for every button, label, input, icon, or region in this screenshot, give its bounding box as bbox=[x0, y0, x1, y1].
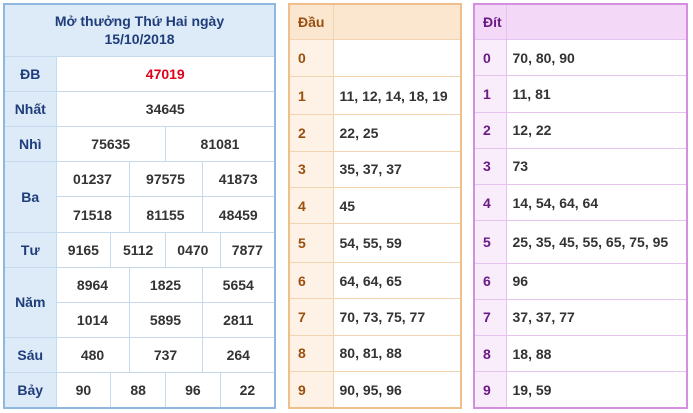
results-date: 15/10/2018 bbox=[104, 31, 175, 48]
prize-label-tu: Tư bbox=[3, 231, 57, 268]
prize-label-nhi: Nhì bbox=[3, 126, 57, 163]
dau-header: Đầu bbox=[288, 3, 334, 41]
prize-value-sau: 264 bbox=[201, 337, 276, 374]
prize-value-bay: 96 bbox=[165, 372, 221, 409]
dau-value: 70, 73, 75, 77 bbox=[332, 298, 462, 336]
dit-key: 7 bbox=[473, 298, 507, 337]
dit-key: 3 bbox=[473, 147, 507, 186]
prize-value-nhi: 75635 bbox=[55, 126, 166, 163]
prize-label-nhat: Nhất bbox=[3, 90, 57, 128]
prize-value-nam: 5654 bbox=[201, 266, 276, 303]
dau-key: 4 bbox=[288, 187, 334, 225]
prize-value-sau: 480 bbox=[55, 337, 130, 374]
dit-value: 18, 88 bbox=[505, 335, 688, 373]
dau-value: 80, 81, 88 bbox=[332, 334, 462, 373]
lottery-results-table: Mở thưởng Thứ Hai ngày 15/10/2018 ĐB 470… bbox=[3, 3, 276, 409]
prize-value-nam: 1825 bbox=[128, 266, 203, 303]
prize-label-db: ĐB bbox=[3, 55, 57, 92]
dau-value: 35, 37, 37 bbox=[332, 150, 462, 189]
prize-value-ba: 41873 bbox=[201, 161, 276, 198]
dit-value: 37, 37, 77 bbox=[505, 298, 688, 337]
results-title: Mở thưởng Thứ Hai ngày bbox=[54, 13, 225, 30]
dit-table: Đít 0 70, 80, 90 1 11, 81 2 12, 22 3 73 4 14,… bbox=[473, 3, 688, 409]
dau-value bbox=[332, 39, 462, 77]
dau-key: 0 bbox=[288, 39, 334, 77]
dau-key: 5 bbox=[288, 223, 334, 263]
prize-label-ba: Ba bbox=[3, 161, 57, 233]
dau-key: 7 bbox=[288, 298, 334, 336]
prize-value-nhat: 34645 bbox=[55, 90, 276, 128]
prize-value-nam: 5895 bbox=[128, 301, 203, 339]
dau-key: 2 bbox=[288, 114, 334, 152]
dit-key: 1 bbox=[473, 75, 507, 113]
prize-label-sau: Sáu bbox=[3, 337, 57, 374]
prize-value-ba: 97575 bbox=[128, 161, 203, 198]
dau-key: 9 bbox=[288, 371, 334, 409]
dit-value: 96 bbox=[505, 262, 688, 300]
dit-key: 9 bbox=[473, 371, 507, 409]
prize-value-nhi: 81081 bbox=[165, 126, 276, 163]
prize-value-tu: 0470 bbox=[165, 231, 221, 268]
dau-value: 45 bbox=[332, 187, 462, 225]
prize-value-bay: 88 bbox=[110, 372, 166, 409]
dit-value: 14, 54, 64, 64 bbox=[505, 183, 688, 222]
prize-value-tu: 5112 bbox=[110, 231, 166, 268]
dit-key: 4 bbox=[473, 183, 507, 222]
dau-value: 90, 95, 96 bbox=[332, 371, 462, 409]
dit-value: 12, 22 bbox=[505, 111, 688, 149]
dau-key: 8 bbox=[288, 334, 334, 373]
prize-value-db: 47019 bbox=[55, 55, 276, 92]
prize-label-nam: Năm bbox=[3, 266, 57, 339]
dit-key: 2 bbox=[473, 111, 507, 149]
prize-value-bay: 90 bbox=[55, 372, 112, 409]
dau-value: 11, 12, 14, 18, 19 bbox=[332, 75, 462, 116]
dau-value: 64, 64, 65 bbox=[332, 261, 462, 300]
dit-key: 5 bbox=[473, 220, 507, 264]
prize-value-sau: 737 bbox=[128, 337, 203, 374]
prize-value-ba: 71518 bbox=[55, 196, 130, 233]
prize-value-tu: 7877 bbox=[219, 231, 276, 268]
results-header: Mở thưởng Thứ Hai ngày 15/10/2018 bbox=[3, 3, 276, 57]
dit-value: 73 bbox=[505, 147, 688, 186]
prize-value-ba: 48459 bbox=[201, 196, 276, 233]
dit-key: 0 bbox=[473, 39, 507, 77]
prize-value-nam: 8964 bbox=[55, 266, 130, 303]
dit-header-blank bbox=[505, 3, 688, 41]
dit-value: 25, 35, 45, 55, 65, 75, 95 bbox=[505, 220, 688, 264]
dit-key: 8 bbox=[473, 335, 507, 373]
dau-value: 54, 55, 59 bbox=[332, 223, 462, 263]
prize-value-nam: 2811 bbox=[201, 301, 276, 339]
dit-value: 70, 80, 90 bbox=[505, 39, 688, 77]
dau-key: 6 bbox=[288, 261, 334, 300]
dau-table: Đầu 0 1 11, 12, 14, 18, 19 2 22, 25 3 35, 3… bbox=[288, 3, 462, 409]
dit-key: 6 bbox=[473, 262, 507, 300]
prize-value-bay: 22 bbox=[219, 372, 276, 409]
prize-value-nam: 1014 bbox=[55, 301, 130, 339]
dau-header-blank bbox=[332, 3, 462, 41]
prize-value-ba: 01237 bbox=[55, 161, 130, 198]
prize-label-bay: Bảy bbox=[3, 372, 57, 409]
dau-key: 1 bbox=[288, 75, 334, 116]
prize-value-tu: 9165 bbox=[55, 231, 112, 268]
dit-header: Đít bbox=[473, 3, 507, 41]
dit-value: 11, 81 bbox=[505, 75, 688, 113]
prize-value-ba: 81155 bbox=[128, 196, 203, 233]
dau-value: 22, 25 bbox=[332, 114, 462, 152]
dit-value: 19, 59 bbox=[505, 371, 688, 409]
dau-key: 3 bbox=[288, 150, 334, 189]
